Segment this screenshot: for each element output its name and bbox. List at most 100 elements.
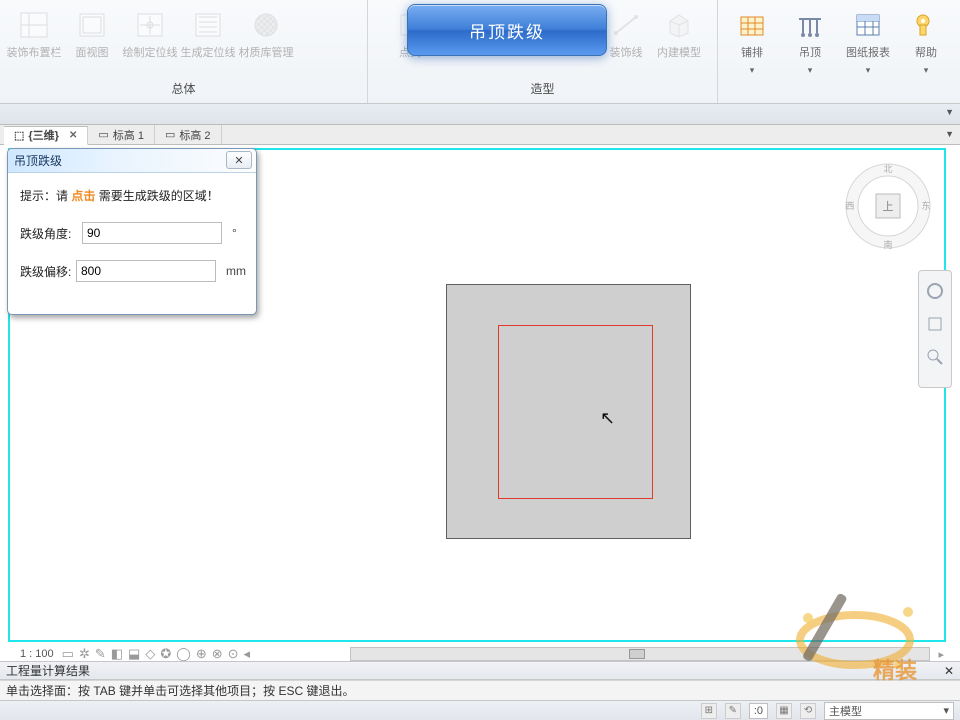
hand-icon[interactable] [925,314,945,337]
vb-icon[interactable]: ◂ [244,646,251,662]
vb-icon[interactable]: ⊕ [196,646,207,662]
view-tabs: ⬚ {三维} ✕ ▭ 标高 1 ▭ 标高 2 ▼ [0,125,960,145]
offset-unit: mm [226,264,246,278]
tool-face-view[interactable]: 面视图 [64,5,120,64]
genline-icon [191,9,225,41]
nav-toolbar [918,270,952,388]
ribbon-tools-right: 铺排 吊顶 图纸报表 帮助 [718,0,960,80]
sb-count: :0 [749,703,768,719]
viewbar-icons: ▭ ✲ ✎ ◧ ⬓ ◇ ✪ ◯ ⊕ ⊗ ⊙ ◂ [62,646,250,662]
dialog-body: 提示：请 点击 需要生成跌级的区域！ 跌级角度: ° 跌级偏移: mm [8,173,256,314]
tab-3d[interactable]: ⬚ {三维} ✕ [4,126,88,145]
help-icon [909,9,943,41]
dialog-title-text: 吊顶跌级 [14,152,62,169]
scale-label[interactable]: 1 : 100 [20,648,54,660]
angle-row: 跌级角度: ° [20,222,246,244]
hint-action: 点击 [71,189,95,203]
vb-icon[interactable]: ▭ [62,646,74,662]
panel2-label: 造型 [368,75,717,103]
chevron-down-icon: ▾ [943,704,949,717]
dialog-titlebar[interactable]: 吊顶跌级 ✕ [8,149,256,173]
ribbon-panel-right: 铺排 吊顶 图纸报表 帮助 [718,0,960,103]
model-icon [662,9,696,41]
status-bar-bottom: ⊞ ✎ :0 ▦ ⟲ 主模型 ▾ [0,700,960,720]
tab-3d-label: {三维} [28,127,59,143]
svg-text:东: 东 [921,200,930,211]
vb-end-icon[interactable]: ▸ [938,648,944,661]
view-cube[interactable]: 上 北 南 西 东 [840,158,936,254]
tab-level2[interactable]: ▭ 标高 2 [155,125,222,144]
tab-level2-label: 标高 2 [179,127,210,143]
tool-ceiling[interactable]: 吊顶 [782,5,838,80]
orbit-icon[interactable] [925,281,945,304]
tool-decorline[interactable]: 装饰线 [603,5,649,64]
ceiling-icon [793,9,827,41]
dialog-close-button[interactable]: ✕ [226,151,252,169]
vb-icon[interactable]: ⊗ [212,646,223,662]
angle-unit: ° [232,226,237,240]
svg-text:上: 上 [883,200,894,213]
ribbon-tools-overall: 装饰布置栏 面视图 绘制定位线 生成定位线 材质库管理 [0,0,367,75]
angle-input[interactable] [82,222,222,244]
report-icon [851,9,885,41]
sheet-icon: ▭ [98,128,108,141]
vb-icon[interactable]: ✎ [95,646,106,662]
sb-icon[interactable]: ⊞ [701,703,717,719]
tool-draw-posline[interactable]: 绘制定位线 [122,5,178,64]
material-icon [249,9,283,41]
logo-text: 精装 [873,658,917,683]
scrollbar-thumb[interactable] [629,649,645,659]
results-title: 工程量计算结果 [6,662,90,679]
model-selector[interactable]: 主模型 ▾ [824,702,954,720]
tool-help[interactable]: 帮助 [898,5,954,80]
sheet-icon: ▭ [165,128,175,141]
vb-icon[interactable]: ✪ [160,646,171,662]
tool-report[interactable]: 图纸报表 [840,5,896,80]
minibar-menu-icon[interactable]: ▼ [945,107,954,117]
cube-icon: ⬚ [14,129,24,142]
status-text: 单击选择面：按 TAB 键并单击可选择其他项目；按 ESC 键退出。 [6,682,354,699]
tab-level1[interactable]: ▭ 标高 1 [88,125,155,144]
vb-icon[interactable]: ✲ [79,646,90,662]
results-close-icon[interactable]: ✕ [944,664,954,678]
model-selector-label: 主模型 [829,703,862,719]
offset-label: 跌级偏移: [20,263,76,280]
selection-rectangle[interactable] [498,325,653,499]
paving-icon [735,9,769,41]
angle-label: 跌级角度: [20,225,82,242]
offset-input[interactable] [76,260,216,282]
vb-icon[interactable]: ⊙ [228,646,239,662]
active-command-label: 吊顶跌级 [469,18,545,43]
watermark-logo: 精装 [780,570,930,690]
tab-level1-label: 标高 1 [113,127,144,143]
layout-icon [17,9,51,41]
active-command-banner[interactable]: 吊顶跌级 [407,4,607,56]
tool-decor-layout[interactable]: 装饰布置栏 [6,5,62,64]
faceview-icon [75,9,109,41]
drawline-icon [133,9,167,41]
zoom-icon[interactable] [925,347,945,370]
panel1-label: 总体 [0,75,367,103]
tool-builtin-model[interactable]: 内建模型 [651,5,707,64]
mini-bar: ▼ [0,104,960,125]
svg-text:南: 南 [883,239,892,250]
sb-icon[interactable]: ✎ [725,703,741,719]
offset-row: 跌级偏移: mm [20,260,246,282]
tabs-menu-icon[interactable]: ▼ [945,129,954,139]
vb-icon[interactable]: ◇ [145,646,155,662]
vb-icon[interactable]: ◯ [176,646,191,662]
sb-icon[interactable]: ⟲ [800,703,816,719]
svg-text:北: 北 [883,164,892,174]
vb-icon[interactable]: ⬓ [128,646,140,662]
tool-material-lib[interactable]: 材质库管理 [238,5,294,64]
tool-gen-posline[interactable]: 生成定位线 [180,5,236,64]
stepdown-dialog: 吊顶跌级 ✕ 提示：请 点击 需要生成跌级的区域！ 跌级角度: ° 跌级偏移: … [7,148,257,315]
ribbon-panel-overall: 装饰布置栏 面视图 绘制定位线 生成定位线 材质库管理 总体 [0,0,368,103]
svg-text:西: 西 [845,201,854,211]
dialog-hint: 提示：请 点击 需要生成跌级的区域！ [20,187,246,204]
sb-icon[interactable]: ▦ [776,703,792,719]
decorline-icon [609,9,643,41]
vb-icon[interactable]: ◧ [111,646,123,662]
tool-paving[interactable]: 铺排 [724,5,780,80]
tab-close-icon[interactable]: ✕ [69,130,77,141]
